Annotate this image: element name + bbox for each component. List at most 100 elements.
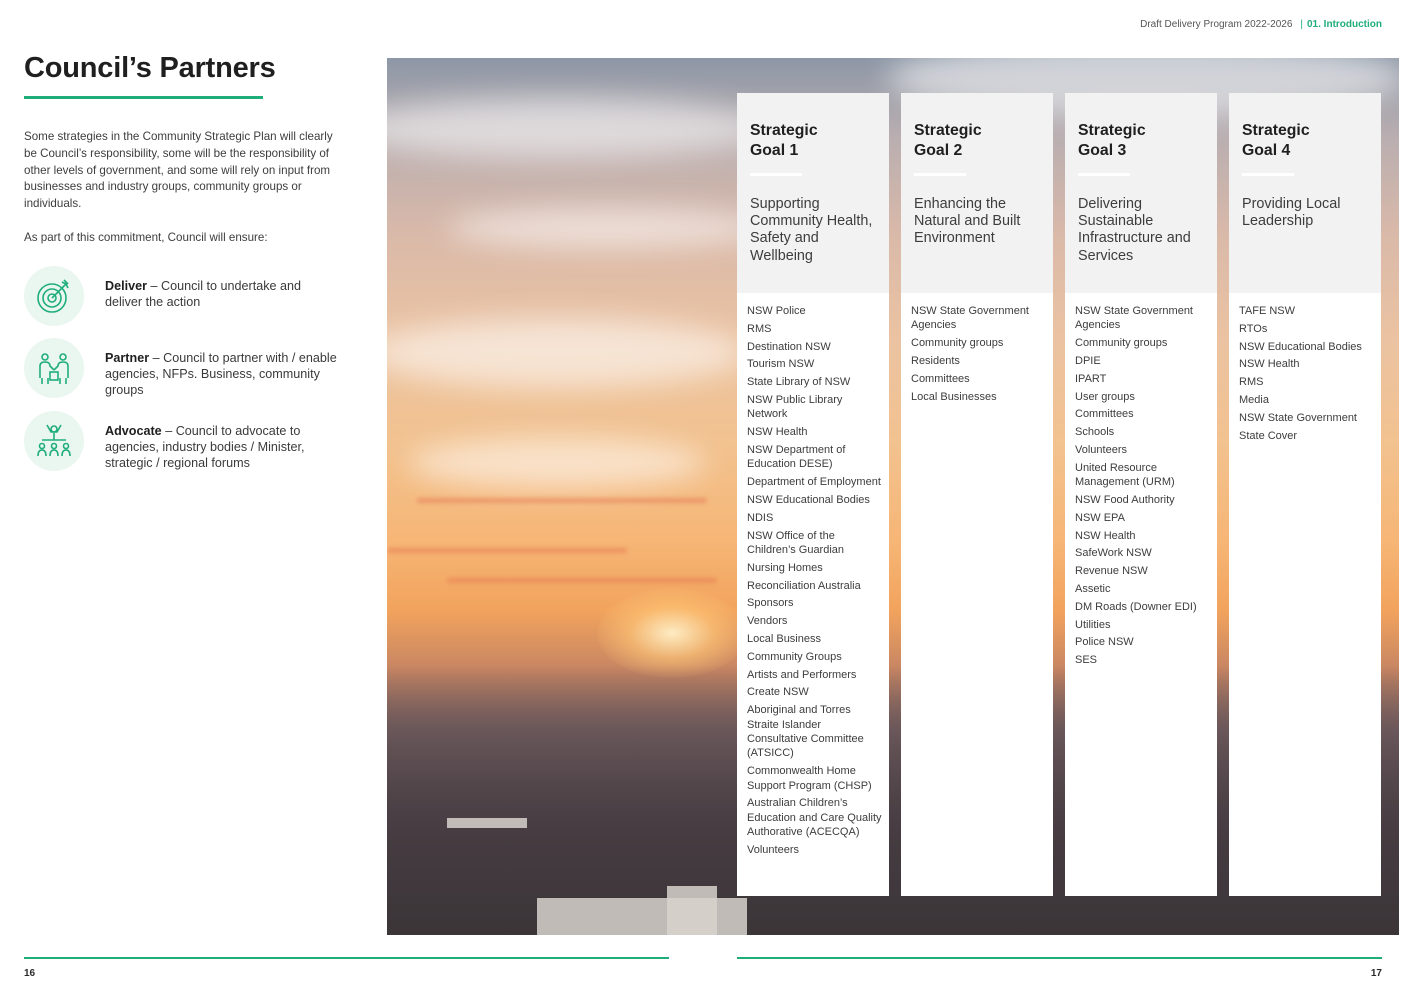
partner-item: RTOs [1239, 322, 1268, 335]
partner-item: Local Business [747, 632, 821, 645]
partner-item: NSW Police [747, 305, 806, 317]
page-number-right: 17 [1370, 968, 1382, 979]
partner-item: NSW Office of the Children’s Guardian [747, 529, 845, 556]
partner-item: NSW State Government [1239, 411, 1357, 424]
goal-label-line1: Strategic [750, 122, 818, 139]
goal-label: Strategic Goal 2 [914, 121, 1041, 161]
running-header: Draft Delivery Program 2022-2026 | 01. Int… [1140, 19, 1382, 30]
page-number-left: 16 [24, 968, 36, 979]
partner-item: User groups [1075, 390, 1135, 403]
partner-item: Residents [911, 355, 960, 367]
photo-building [447, 818, 527, 828]
partner-item: SafeWork NSW [1075, 547, 1152, 560]
goal-label-line1: Strategic [1078, 122, 1146, 139]
partner-item: Police NSW [1075, 636, 1134, 649]
goal-subtitle: Supporting Community Health, Safety and … [750, 196, 873, 264]
goal-rule [1078, 173, 1130, 176]
partner-item: Committees [911, 372, 970, 385]
goal-rule [1242, 173, 1294, 176]
partner-item: Assetic [1075, 582, 1111, 595]
photo-cloud [387, 318, 747, 388]
partner-item: Media [1239, 393, 1269, 406]
goal-subtitle: Enhancing the Natural and Built Environm… [914, 196, 1021, 247]
photo-cloud-streak [387, 548, 627, 553]
document-title: Draft Delivery Program 2022-2026 [1140, 19, 1293, 30]
partner-item: Community groups [1075, 337, 1168, 350]
intro-paragraph-1: Some strategies in the Community Strateg… [24, 130, 333, 211]
partner-item: NSW Food Authority [1075, 493, 1175, 506]
partner-item: Committees [1075, 408, 1134, 421]
partner-item: Australian Children’s Education and Care… [747, 797, 882, 839]
goal-label-line2: Goal 2 [914, 142, 963, 159]
section-name: 01. Introduction [1307, 19, 1382, 30]
footer-rule-left [24, 957, 669, 959]
photo-cloud [447, 208, 767, 248]
legend-partner-text: Partner – Council to partner with / enab… [105, 351, 337, 398]
partner-item: Utilities [1075, 618, 1111, 631]
goal-label: Strategic Goal 3 [1078, 121, 1205, 161]
goal-label-line1: Strategic [914, 122, 982, 139]
partner-list: NSW Police RMS Destination NSW Tourism NSW S… [737, 293, 889, 857]
partner-list: NSW State Government Agencies Community g… [1065, 293, 1217, 668]
goal-label-line2: Goal 3 [1078, 142, 1127, 159]
legend-term: Deliver [105, 279, 148, 293]
partner-item: Nursing Homes [747, 561, 823, 574]
partner-item: Create NSW [747, 686, 809, 699]
photo-cloud [407, 438, 707, 488]
partner-item: State Cover [1239, 429, 1298, 442]
legend-advocate-text: Advocate – Council to advocate to agenci… [105, 424, 337, 471]
partner-item: Sponsors [747, 597, 794, 610]
partner-item: NSW Educational Bodies [1239, 340, 1362, 353]
intro-paragraph-2: As part of this commitment, Council will… [24, 230, 268, 244]
partner-item: Volunteers [747, 843, 799, 856]
partner-item: Revenue NSW [1075, 565, 1148, 578]
goal-label-line2: Goal 4 [1242, 142, 1291, 159]
goal-header: Strategic Goal 2 Enhancing the Natural an… [901, 93, 1053, 293]
photo-building [667, 886, 717, 935]
partner-item: Community Groups [747, 650, 842, 663]
partner-item: NSW EPA [1075, 511, 1125, 524]
target-icon [24, 266, 84, 326]
partner-item: United Resource Management (URM) [1075, 461, 1175, 489]
partner-item: Tourism NSW [747, 358, 815, 371]
page-title: Council’s Partners [24, 52, 276, 84]
header-separator: | [1300, 19, 1303, 30]
partner-item: Department of Employment [747, 476, 881, 489]
photo-cloud-streak [447, 578, 717, 583]
partner-list: NSW State Government Agencies Community g… [901, 293, 1053, 404]
goal-subtitle: Providing Local Leadership [1242, 196, 1341, 230]
partner-item: NSW Health [1075, 529, 1136, 542]
partner-item: Commonwealth Home Support Program (CHSP) [747, 765, 872, 792]
legend-term: Advocate [105, 424, 162, 438]
goal-header: Strategic Goal 1 Supporting Community Hea… [737, 93, 889, 293]
goal-card-2: Strategic Goal 2 Enhancing the Natural an… [901, 93, 1053, 896]
partner-item: DM Roads (Downer EDI) [1075, 600, 1197, 613]
goal-subtitle: Delivering Sustainable Infrastructure an… [1078, 196, 1191, 264]
goal-card-3: Strategic Goal 3 Delivering Sustainable I… [1065, 93, 1217, 896]
partner-list: TAFE NSW RTOs NSW Educational Bodies NSW He… [1229, 293, 1381, 443]
partner-item: NSW State Government Agencies [1075, 305, 1193, 332]
partner-item: NSW Department of Education DESE) [747, 443, 846, 471]
intro-text: Some strategies in the Community Strateg… [24, 129, 342, 264]
goal-header: Strategic Goal 4 Providing Local Leadersh… [1229, 93, 1381, 293]
partner-item: RMS [1239, 376, 1264, 389]
partner-item: NSW State Government Agencies [911, 305, 1029, 332]
partner-item: NSW Health [1239, 358, 1300, 371]
legend-advocate: Advocate – Council to advocate to agenci… [24, 411, 344, 475]
partner-item: Reconciliation Australia [747, 579, 861, 592]
goal-header: Strategic Goal 3 Delivering Sustainable I… [1065, 93, 1217, 293]
partner-item: SES [1075, 654, 1098, 667]
goal-card-1: Strategic Goal 1 Supporting Community Hea… [737, 93, 889, 896]
partner-item: IPART [1075, 372, 1107, 385]
partner-item: Aboriginal and Torres Straite Islander C… [747, 704, 864, 760]
partner-item: Local Businesses [911, 390, 997, 403]
goal-card-4: Strategic Goal 4 Providing Local Leadersh… [1229, 93, 1381, 896]
advocate-group-icon [24, 411, 84, 471]
photo-cloud-streak [417, 498, 707, 503]
goal-label: Strategic Goal 1 [750, 121, 877, 161]
partner-item: Community groups [911, 337, 1004, 350]
title-underline [24, 96, 263, 99]
partner-people-icon [24, 338, 84, 398]
goal-label-line2: Goal 1 [750, 142, 799, 159]
legend-term: Partner [105, 351, 150, 365]
